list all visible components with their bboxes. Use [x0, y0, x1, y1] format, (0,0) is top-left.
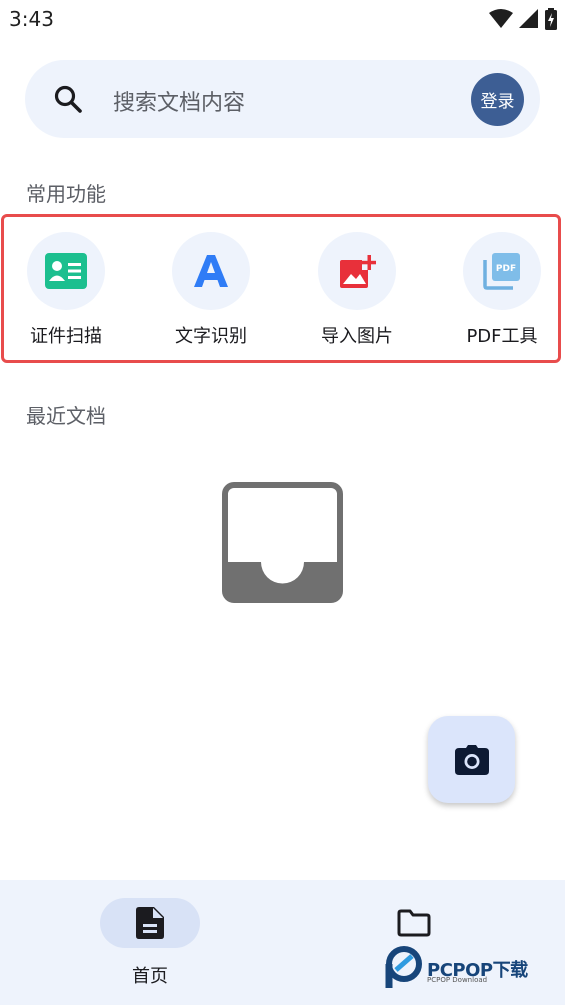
common-functions-title: 常用功能: [26, 182, 106, 206]
letter-a-icon: [194, 255, 228, 287]
common-functions-panel: 证件扫描 文字识别 导入图片 PDF PDF工具: [1, 214, 561, 363]
feature-icon-wrap: PDF: [463, 232, 541, 310]
nav-home[interactable]: 首页: [100, 898, 200, 988]
pcpop-logo-icon: [385, 946, 422, 988]
nav-home-pill: [100, 898, 200, 948]
search-bar[interactable]: 搜索文档内容 登录: [25, 60, 540, 138]
nav-files[interactable]: [364, 898, 464, 948]
feature-import-image[interactable]: 导入图片: [297, 232, 417, 348]
status-icons: [489, 8, 557, 30]
search-input[interactable]: 搜索文档内容: [113, 85, 245, 117]
recent-docs-title: 最近文档: [26, 404, 106, 428]
feature-id-scan[interactable]: 证件扫描: [6, 232, 126, 348]
feature-pdf-tools[interactable]: PDF PDF工具: [442, 232, 562, 348]
document-icon: [136, 907, 164, 939]
wifi-icon: [489, 9, 513, 28]
id-card-icon: [45, 253, 87, 289]
empty-inbox-icon: [222, 482, 343, 603]
camera-button[interactable]: [428, 716, 515, 803]
feature-label: 文字识别: [175, 326, 247, 347]
camera-icon: [454, 744, 489, 775]
feature-icon-wrap: [27, 232, 105, 310]
add-image-icon: [340, 255, 376, 288]
signal-icon: [519, 9, 538, 28]
feature-text-recognition[interactable]: 文字识别: [151, 232, 271, 348]
watermark-sub: PCPOP Download: [427, 976, 488, 984]
feature-label: 证件扫描: [30, 326, 102, 347]
svg-text:PDF: PDF: [496, 264, 516, 274]
status-time: 3:43: [9, 7, 54, 31]
search-icon: [54, 85, 82, 113]
folder-icon: [397, 909, 431, 937]
login-button[interactable]: 登录: [471, 73, 524, 126]
feature-icon-wrap: [318, 232, 396, 310]
feature-label: 导入图片: [321, 326, 393, 347]
battery-icon: [545, 8, 557, 30]
status-bar: 3:43: [0, 0, 565, 40]
feature-label: PDF工具: [466, 326, 538, 347]
pdf-icon: PDF: [483, 253, 520, 290]
nav-home-label: 首页: [132, 966, 168, 987]
watermark: PCPOP下载 PCPOP Download: [383, 944, 563, 988]
feature-icon-wrap: [172, 232, 250, 310]
